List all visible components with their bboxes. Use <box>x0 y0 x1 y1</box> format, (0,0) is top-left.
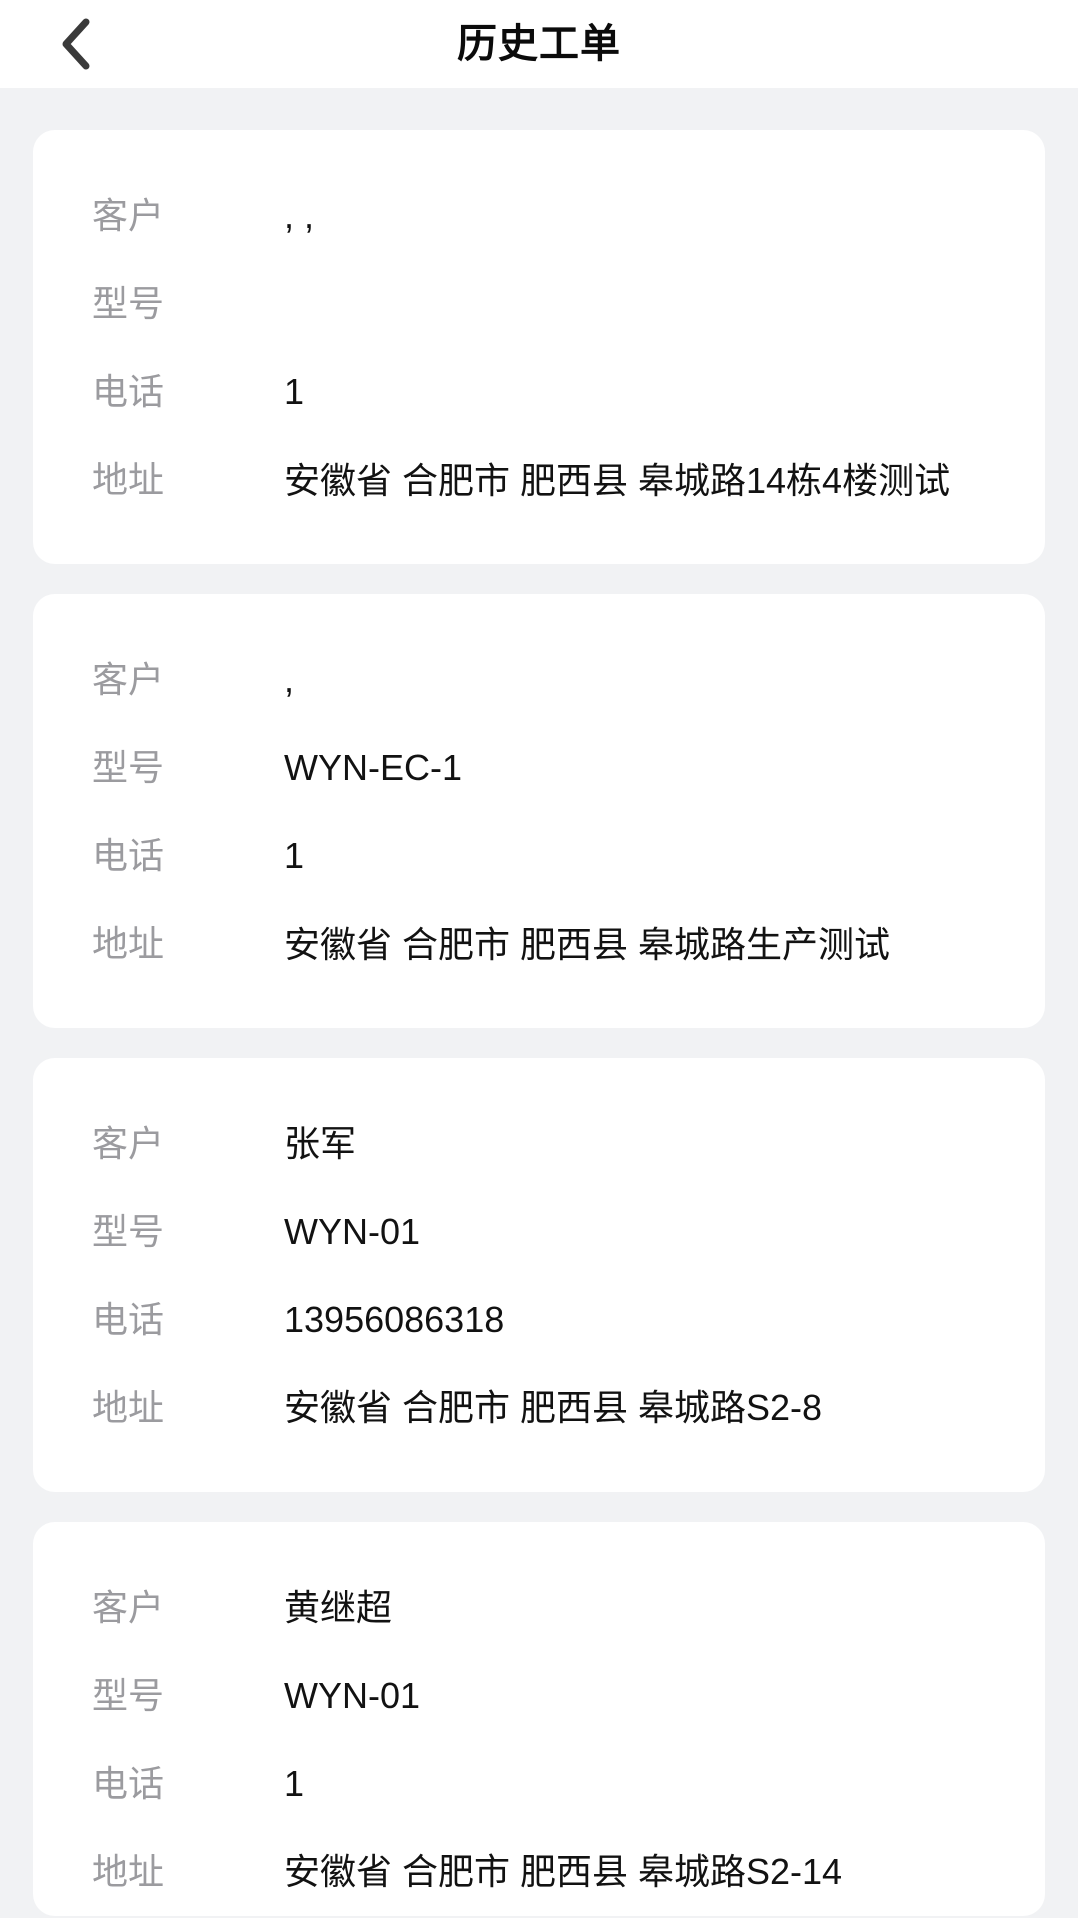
page-header: 历史工单 <box>0 0 1078 88</box>
field-label-address: 地址 <box>92 923 165 964</box>
field-row-model: 型号 WYN-EC-1 <box>33 724 1045 812</box>
field-value-address: 安徽省 合肥市 肥西县 皋城路14栋4楼测试 <box>284 460 951 501</box>
field-label-phone: 电话 <box>92 371 165 412</box>
field-row-address: 地址 安徽省 合肥市 肥西县 皋城路S2-8 <box>33 1364 1045 1452</box>
field-value-address: 安徽省 合肥市 肥西县 皋城路S2-8 <box>284 1387 823 1428</box>
field-label-customer: 客户 <box>92 659 165 700</box>
field-row-address: 地址 安徽省 合肥市 肥西县 皋城路14栋4楼测试 <box>33 436 1045 524</box>
field-row-phone: 电话 13956086318 <box>33 1276 1045 1364</box>
field-row-model: 型号 WYN-01 <box>33 1652 1045 1740</box>
field-value-model <box>284 260 1011 348</box>
field-value-customer: 黄继超 <box>284 1587 393 1628</box>
field-value-customer: , , <box>284 195 315 236</box>
field-label-address: 地址 <box>92 459 165 500</box>
field-row-phone: 电话 1 <box>33 812 1045 900</box>
field-row-customer: 客户 , , <box>33 172 1045 260</box>
field-value-address: 安徽省 合肥市 肥西县 皋城路S2-14 <box>284 1851 843 1892</box>
field-label-model: 型号 <box>92 283 165 324</box>
field-label-address: 地址 <box>92 1851 165 1892</box>
field-row-address: 地址 安徽省 合肥市 肥西县 皋城路S2-14 <box>33 1828 1045 1916</box>
field-label-customer: 客户 <box>92 1123 165 1164</box>
field-label-model: 型号 <box>92 1211 165 1252</box>
chevron-left-icon <box>58 18 92 70</box>
work-order-card[interactable]: 客户 黄继超 型号 WYN-01 电话 1 地址 安徽省 合肥市 肥西县 皋城路… <box>33 1522 1045 1916</box>
field-label-model: 型号 <box>92 747 165 788</box>
field-row-model: 型号 <box>33 260 1045 348</box>
field-row-customer: 客户 张军 <box>33 1100 1045 1188</box>
field-row-model: 型号 WYN-01 <box>33 1188 1045 1276</box>
field-row-phone: 电话 1 <box>33 1740 1045 1828</box>
field-value-model: WYN-01 <box>284 1211 421 1252</box>
field-row-phone: 电话 1 <box>33 348 1045 436</box>
field-label-phone: 电话 <box>92 835 165 876</box>
back-button[interactable] <box>40 0 130 88</box>
field-value-phone: 1 <box>284 371 305 412</box>
work-order-card[interactable]: 客户 张军 型号 WYN-01 电话 13956086318 地址 安徽省 合肥… <box>33 1058 1045 1492</box>
field-label-model: 型号 <box>92 1675 165 1716</box>
work-order-card[interactable]: 客户 , , 型号 电话 1 地址 安徽省 合肥市 肥西县 皋城路14栋4楼测试 <box>33 130 1045 564</box>
field-value-address: 安徽省 合肥市 肥西县 皋城路生产测试 <box>284 924 891 965</box>
field-label-phone: 电话 <box>92 1299 165 1340</box>
field-row-customer: 客户 , <box>33 636 1045 724</box>
field-value-model: WYN-EC-1 <box>284 747 462 788</box>
field-value-phone: 13956086318 <box>284 1299 505 1340</box>
field-value-customer: , <box>284 659 295 700</box>
field-value-model: WYN-01 <box>284 1675 421 1716</box>
field-value-phone: 1 <box>284 835 305 876</box>
work-order-card[interactable]: 客户 , 型号 WYN-EC-1 电话 1 地址 安徽省 合肥市 肥西县 皋城路… <box>33 594 1045 1028</box>
work-order-list[interactable]: 客户 , , 型号 电话 1 地址 安徽省 合肥市 肥西县 皋城路14栋4楼测试… <box>0 88 1078 1918</box>
field-value-phone: 1 <box>284 1763 305 1804</box>
field-label-customer: 客户 <box>92 1587 165 1628</box>
field-row-address: 地址 安徽省 合肥市 肥西县 皋城路生产测试 <box>33 900 1045 988</box>
field-label-customer: 客户 <box>92 195 165 236</box>
field-row-customer: 客户 黄继超 <box>33 1564 1045 1652</box>
field-label-phone: 电话 <box>92 1763 165 1804</box>
field-label-address: 地址 <box>92 1387 165 1428</box>
page-title: 历史工单 <box>457 22 621 66</box>
field-value-customer: 张军 <box>284 1123 357 1164</box>
